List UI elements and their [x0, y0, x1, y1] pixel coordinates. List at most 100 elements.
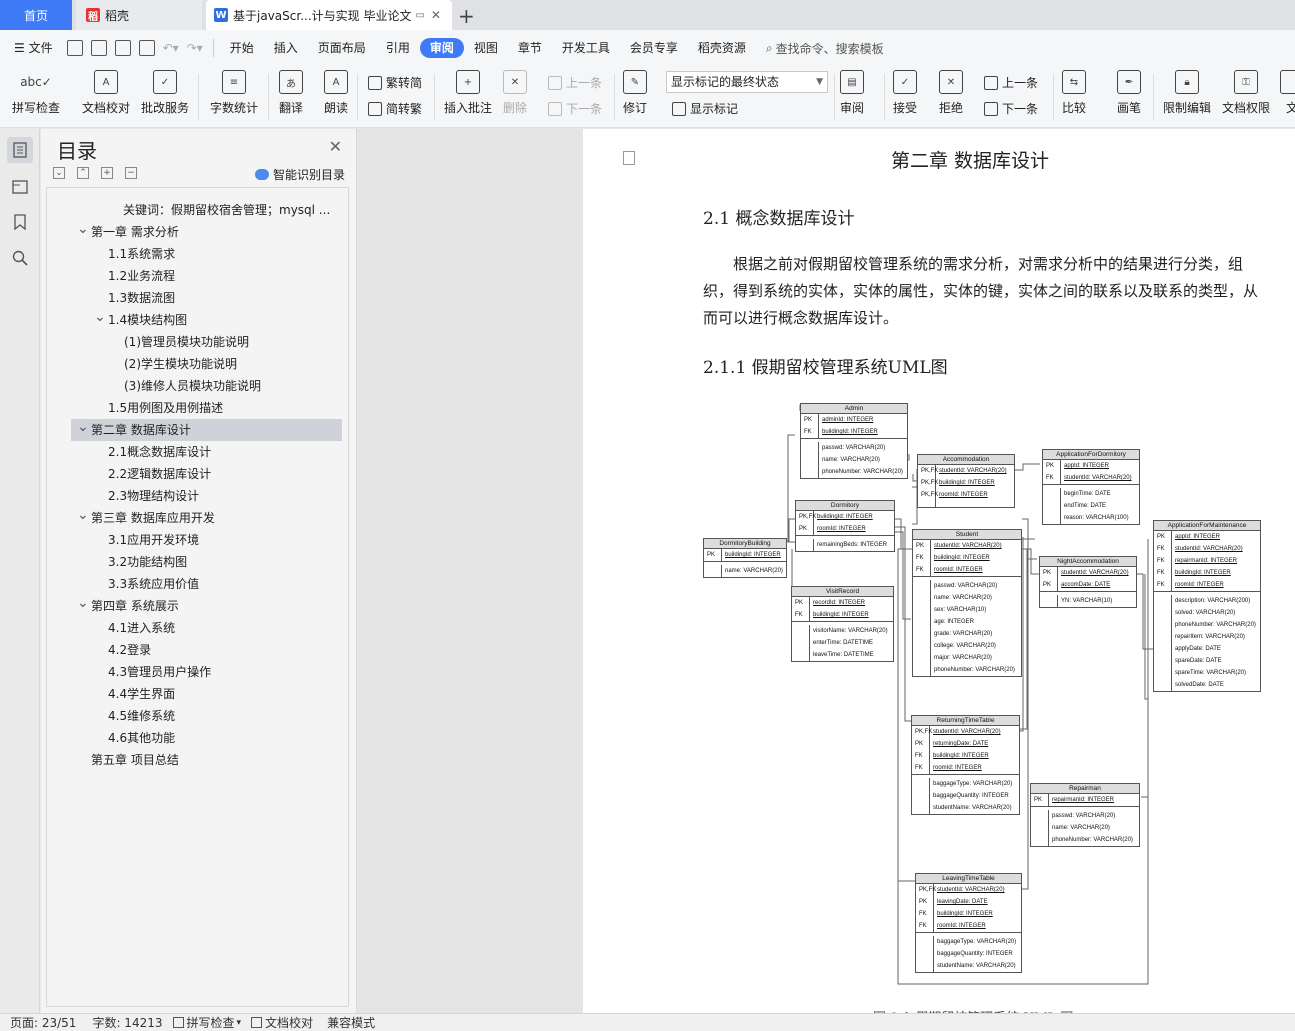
export-icon[interactable]	[90, 40, 107, 56]
toc-item[interactable]: (1)管理员模块功能说明	[47, 331, 347, 353]
toc-item[interactable]: 3.3系统应用价值	[47, 573, 347, 595]
revise-service-button[interactable]: ✓ 批改服务	[141, 70, 189, 116]
expand-all-icon[interactable]: ⌄	[53, 167, 65, 179]
toc-item[interactable]: ⌄ 第二章 数据库设计	[71, 419, 342, 441]
prev-comment-button[interactable]: 上一条	[548, 74, 602, 91]
toc-list: 关键词：假期留校宿舍管理；mysql ... ⌄ 第一章 需求分析 1.1系统需求 1.…	[46, 187, 349, 1007]
word-count-indicator[interactable]: 字数: 14213	[92, 1014, 162, 1031]
redo-icon[interactable]: ↷▾	[187, 41, 203, 55]
toc-item[interactable]: 3.2功能结构图	[47, 551, 347, 573]
toc-item[interactable]: 2.2逻辑数据库设计	[47, 463, 347, 485]
menu-item-start[interactable]: 开始	[220, 38, 264, 58]
close-icon[interactable]: ✕	[329, 137, 342, 156]
toc-item[interactable]: 关键词：假期留校宿舍管理；mysql ...	[47, 199, 347, 221]
toc-item[interactable]: (2)学生模块功能说明	[47, 353, 347, 375]
new-tab-icon[interactable]: +	[458, 4, 475, 28]
er-key-field: leavingDate: DATE	[937, 899, 988, 905]
menu-bar: ☰ 文件 ↶▾ ↷▾ 开始 插入 页面布局 引用 审阅 视图 章节 开发工具 会…	[0, 30, 1295, 66]
proof-toggle[interactable]: 文档校对	[251, 1014, 313, 1031]
next-change-button[interactable]: 下一条	[984, 100, 1038, 117]
add-heading-icon[interactable]: +	[101, 167, 113, 179]
toc-item[interactable]: ⌄ 第四章 系统展示	[47, 595, 347, 617]
doc-permission-button[interactable]: ⚿ 文档权限	[1222, 70, 1270, 116]
toc-item[interactable]: ⌄ 第三章 数据库应用开发	[47, 507, 347, 529]
undo-icon[interactable]: ↶▾	[163, 41, 179, 55]
compare-button[interactable]: ⇆ 比较	[1062, 70, 1086, 116]
simp-to-trad-button[interactable]: 简转繁	[368, 100, 422, 117]
chevron-down-icon[interactable]: ⌄	[77, 595, 89, 614]
toc-item[interactable]: (3)维修人员模块功能说明	[47, 375, 347, 397]
accept-button[interactable]: ✓ 接受	[893, 70, 917, 116]
toc-item[interactable]: 4.3管理员用户操作	[47, 661, 347, 683]
spellcheck-button[interactable]: abc✓ 拼写检查	[12, 70, 60, 116]
spellcheck-toggle[interactable]: 拼写检查 ▾	[172, 1014, 241, 1031]
page-indicator[interactable]: 页面: 23/51	[10, 1014, 76, 1031]
close-tab-icon[interactable]: ✕	[431, 8, 441, 22]
chevron-down-icon[interactable]: ⌄	[77, 507, 89, 526]
toc-item[interactable]: 2.3物理结构设计	[47, 485, 347, 507]
menu-item-view[interactable]: 视图	[464, 38, 508, 58]
collapse-all-icon[interactable]: ⌃	[77, 167, 89, 179]
restrict-edit-button[interactable]: 🔒︎ 限制编辑	[1163, 70, 1211, 116]
translate-button[interactable]: あ 翻译	[279, 70, 303, 116]
toc-item[interactable]: 4.4学生界面	[47, 683, 347, 705]
screen-icon[interactable]: ▭	[415, 10, 424, 21]
markup-state-select[interactable]: 显示标记的最终状态 ▼	[666, 71, 828, 93]
menu-item-layout[interactable]: 页面布局	[308, 38, 376, 58]
toc-item[interactable]: 第五章 项目总结	[47, 749, 347, 771]
print-preview-icon[interactable]	[138, 40, 155, 56]
toc-item[interactable]: 1.5用例图及用例描述	[47, 397, 347, 419]
command-search[interactable]: ⌕ 查找命令、搜索模板	[766, 40, 884, 57]
toc-item[interactable]: 1.3数据流图	[47, 287, 347, 309]
show-markup-button[interactable]: 显示标记	[672, 100, 738, 117]
menu-item-references[interactable]: 引用	[376, 38, 420, 58]
chapter-nav-button[interactable]	[7, 173, 33, 199]
chevron-down-icon[interactable]: ⌄	[77, 221, 89, 240]
next-comment-button[interactable]: 下一条	[548, 100, 602, 117]
toc-item[interactable]: 3.1应用开发环境	[47, 529, 347, 551]
bookmark-nav-button[interactable]	[7, 209, 33, 235]
trad-to-simp-button[interactable]: 繁转简	[368, 74, 422, 91]
er-attr-row: name: VARCHAR(20)	[801, 454, 907, 466]
print-icon[interactable]	[114, 40, 131, 56]
toc-item[interactable]: 4.2登录	[47, 639, 347, 661]
toc-item[interactable]: 1.2业务流程	[47, 265, 347, 287]
menu-item-member[interactable]: 会员专享	[620, 38, 688, 58]
menu-item-devtools[interactable]: 开发工具	[552, 38, 620, 58]
er-attr-field: solvedDate: DATE	[1175, 682, 1224, 688]
track-changes-button[interactable]: ✎ 修订	[623, 70, 647, 116]
review-pane-button[interactable]: ▤ 审阅	[840, 70, 864, 116]
toc-nav-button[interactable]	[7, 137, 33, 163]
remove-heading-icon[interactable]: −	[125, 167, 137, 179]
tab-document[interactable]: W 基于javaScr...计与实现 毕业论文 ▭ ✕	[206, 0, 452, 30]
more-ribbon-button[interactable]: 文	[1280, 70, 1295, 116]
read-aloud-button[interactable]: A 朗读	[324, 70, 348, 116]
doc-proof-button[interactable]: A 文档校对	[82, 70, 130, 116]
chevron-down-icon[interactable]: ⌄	[94, 309, 106, 328]
prev-change-button[interactable]: 上一条	[984, 74, 1038, 91]
toc-item[interactable]: ⌄ 第一章 需求分析	[47, 221, 347, 243]
file-menu[interactable]: ☰ 文件	[0, 38, 63, 58]
pen-button[interactable]: ✒ 画笔	[1117, 70, 1141, 116]
tab-docer[interactable]: 稻 稻壳	[76, 0, 202, 30]
insert-comment-button[interactable]: + 插入批注	[444, 70, 492, 116]
toc-item[interactable]: 4.6其他功能	[47, 727, 347, 749]
toc-item[interactable]: 2.1概念数据库设计	[47, 441, 347, 463]
chevron-down-icon[interactable]: ⌄	[77, 419, 89, 438]
toc-item[interactable]: 4.5维修系统	[47, 705, 347, 727]
toc-item[interactable]: 1.1系统需求	[47, 243, 347, 265]
save-icon[interactable]	[66, 40, 83, 56]
delete-comment-button[interactable]: ✕ 删除	[503, 70, 527, 116]
menu-item-chapter[interactable]: 章节	[508, 38, 552, 58]
toc-item[interactable]: 4.1进入系统	[47, 617, 347, 639]
tab-home[interactable]: 首页	[0, 0, 72, 30]
toc-item[interactable]: ⌄ 1.4模块结构图	[47, 309, 347, 331]
menu-item-insert[interactable]: 插入	[264, 38, 308, 58]
word-count-button[interactable]: ≡ 字数统计	[210, 70, 258, 116]
reject-button[interactable]: ✕ 拒绝	[939, 70, 963, 116]
menu-item-docer-resources[interactable]: 稻壳资源	[688, 38, 756, 58]
er-key-field: studentId: VARCHAR(20)	[1175, 546, 1243, 552]
menu-item-review[interactable]: 审阅	[419, 38, 464, 58]
smart-toc-button[interactable]: 智能识别目录	[255, 166, 345, 183]
find-nav-button[interactable]	[7, 245, 33, 271]
